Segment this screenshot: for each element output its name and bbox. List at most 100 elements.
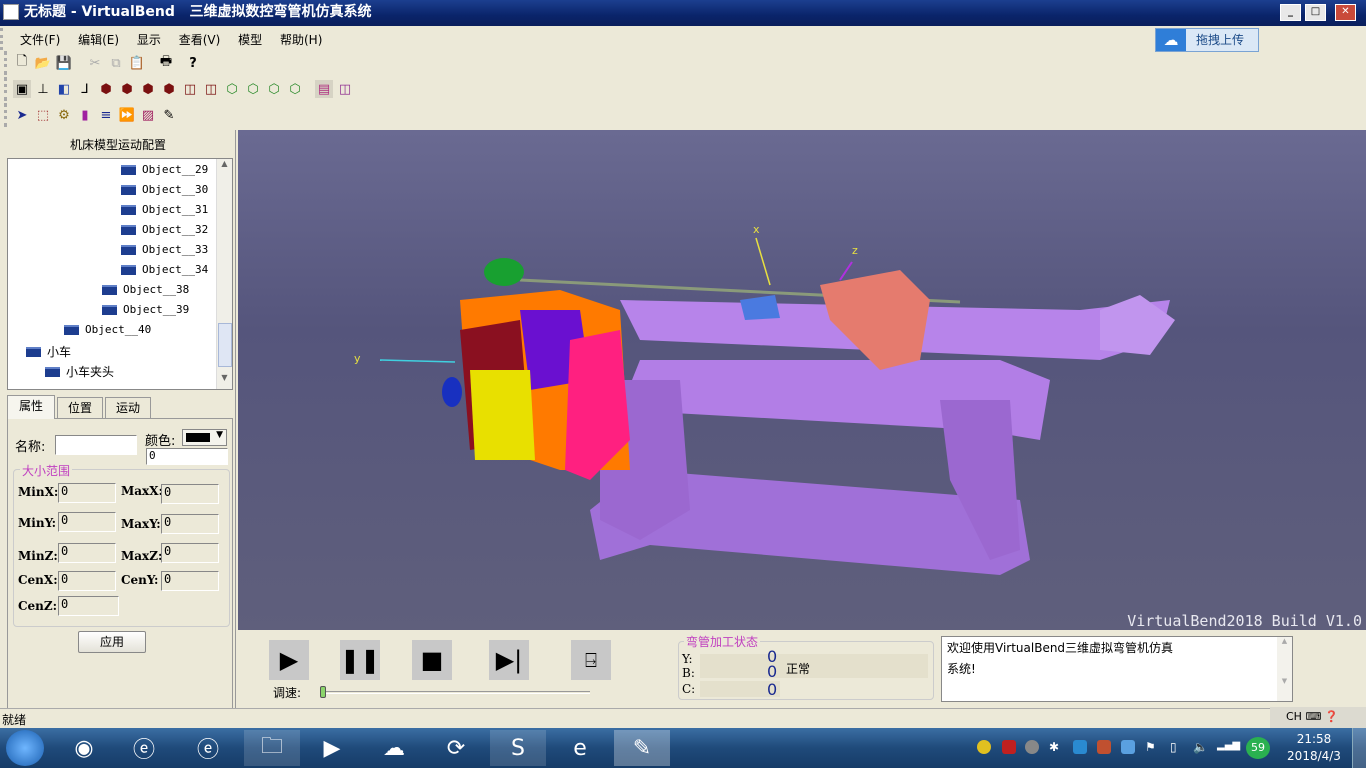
tree-node[interactable]: Object__32 bbox=[121, 223, 208, 236]
cube-back-icon[interactable]: ⬢ bbox=[118, 80, 136, 98]
single-view-icon[interactable]: ▤ bbox=[315, 80, 333, 98]
tree-scrollbar[interactable]: ▲ ▼ bbox=[216, 159, 232, 389]
cube-front-icon[interactable]: ⬢ bbox=[97, 80, 115, 98]
tree-node[interactable]: 小车夹头 bbox=[45, 363, 114, 380]
reset-button[interactable]: ⍈ bbox=[571, 640, 611, 680]
split-view-icon[interactable]: ◫ bbox=[336, 80, 354, 98]
tray-badge[interactable]: 59 bbox=[1246, 737, 1270, 759]
ie-icon[interactable]: ⓔ bbox=[180, 730, 236, 766]
bluetooth-icon[interactable]: ✱ bbox=[1049, 740, 1063, 754]
tray-plus-icon[interactable] bbox=[977, 740, 991, 754]
tab-properties[interactable]: 属性 bbox=[7, 395, 55, 419]
print-icon[interactable]: 🖶 bbox=[157, 54, 175, 72]
iso-view-4-icon[interactable]: ⬡ bbox=[286, 80, 304, 98]
folder-icon[interactable]: 🗀 bbox=[244, 730, 300, 766]
minz-input[interactable]: 0 bbox=[58, 543, 116, 563]
miny-input[interactable]: 0 bbox=[58, 512, 116, 532]
tab-motion[interactable]: 运动 bbox=[105, 397, 151, 419]
pause-button[interactable]: ❚❚ bbox=[340, 640, 380, 680]
slider-thumb[interactable] bbox=[320, 686, 326, 698]
cenx-input[interactable]: 0 bbox=[58, 571, 116, 591]
cube-right-icon[interactable]: ⬢ bbox=[160, 80, 178, 98]
tree-node[interactable]: Object__33 bbox=[121, 243, 208, 256]
image-icon[interactable]: ▨ bbox=[139, 106, 157, 124]
ground-icon[interactable]: ⊥ bbox=[34, 80, 52, 98]
taskbar-app-icon[interactable]: ◉ bbox=[56, 730, 112, 766]
step-button[interactable]: ▶| bbox=[489, 640, 529, 680]
minimize-button[interactable]: _ bbox=[1280, 4, 1301, 21]
battery-icon[interactable]: ▯ bbox=[1170, 740, 1184, 754]
media-player-icon[interactable]: ▶ bbox=[304, 730, 360, 766]
menu-help[interactable]: 帮助(H) bbox=[273, 28, 329, 51]
flag-icon[interactable]: ⚑ bbox=[1145, 740, 1159, 754]
tray-network-icon[interactable] bbox=[1073, 740, 1087, 754]
cube-top-icon[interactable]: ◫ bbox=[181, 80, 199, 98]
tray-pdf-icon[interactable] bbox=[1002, 740, 1016, 754]
tree-node[interactable]: Object__38 bbox=[102, 283, 189, 296]
volume-icon[interactable]: 🔈 bbox=[1193, 740, 1208, 754]
axes-icon[interactable]: ⅃ bbox=[76, 80, 94, 98]
cube-bottom-icon[interactable]: ◫ bbox=[202, 80, 220, 98]
maximize-button[interactable]: □ bbox=[1305, 4, 1326, 21]
tree-node[interactable]: Object__30 bbox=[121, 183, 208, 196]
gear-icon[interactable]: ⚙ bbox=[55, 106, 73, 124]
menu-display[interactable]: 显示 bbox=[130, 28, 168, 51]
tree-node[interactable]: Object__39 bbox=[102, 303, 189, 316]
pen-icon[interactable]: ✎ bbox=[160, 106, 178, 124]
maxx-input[interactable]: 0 bbox=[161, 484, 219, 504]
select-arrow-icon[interactable]: ➤ bbox=[13, 106, 31, 124]
open-folder-icon[interactable]: 📂 bbox=[34, 54, 52, 72]
tree-node[interactable]: 小车 bbox=[26, 343, 71, 360]
new-file-icon[interactable]: 🗋 bbox=[13, 54, 31, 72]
ie-icon[interactable]: ⓔ bbox=[116, 730, 172, 766]
import-icon[interactable]: ▮ bbox=[76, 106, 94, 124]
model-tree[interactable]: Object__29 Object__30 Object__31 Object_… bbox=[7, 158, 233, 390]
play-forward-icon[interactable]: ⏩ bbox=[118, 106, 136, 124]
3d-viewport[interactable]: y x z VirtualBend2018 Build V1.0 bbox=[238, 130, 1366, 630]
menu-file[interactable]: 文件(F) bbox=[13, 28, 67, 51]
iso-view-3-icon[interactable]: ⬡ bbox=[265, 80, 283, 98]
ime-indicator[interactable]: CH bbox=[1286, 710, 1302, 723]
copy-icon[interactable]: ⧉ bbox=[107, 54, 125, 72]
stop-button[interactable]: ■ bbox=[412, 640, 452, 680]
name-input[interactable] bbox=[55, 435, 137, 455]
tree-node[interactable]: Object__31 bbox=[121, 203, 208, 216]
show-desktop-button[interactable] bbox=[1352, 728, 1366, 768]
sogou-icon[interactable]: S bbox=[490, 730, 546, 766]
tray-office-icon[interactable] bbox=[1097, 740, 1111, 754]
tree-node[interactable]: Object__40 bbox=[64, 323, 151, 336]
tree-node[interactable]: Object__34 bbox=[121, 263, 208, 276]
speed-slider[interactable] bbox=[320, 686, 590, 698]
keyboard-icon[interactable]: ⌨ bbox=[1305, 710, 1321, 723]
minx-input[interactable]: 0 bbox=[58, 483, 116, 503]
ceny-input[interactable]: 0 bbox=[161, 571, 219, 591]
tray-cloud-icon[interactable] bbox=[1121, 740, 1135, 754]
virtualbend-app-icon[interactable]: ✎ bbox=[614, 730, 670, 766]
signal-icon[interactable]: ▂▄▆ bbox=[1217, 740, 1240, 754]
apply-button[interactable]: 应用 bbox=[78, 631, 146, 653]
layers-icon[interactable]: ◧ bbox=[55, 80, 73, 98]
tab-position[interactable]: 位置 bbox=[57, 397, 103, 419]
list-icon[interactable]: ≡ bbox=[97, 106, 115, 124]
edge-icon[interactable]: e bbox=[552, 730, 608, 766]
iso-view-1-icon[interactable]: ⬡ bbox=[223, 80, 241, 98]
menu-model[interactable]: 模型 bbox=[231, 28, 269, 51]
save-icon[interactable]: 💾 bbox=[55, 54, 73, 72]
menu-edit[interactable]: 编辑(E) bbox=[71, 28, 126, 51]
cenz-input[interactable]: 0 bbox=[58, 596, 119, 616]
language-bar[interactable]: CH ⌨ ❓ bbox=[1270, 707, 1366, 728]
cut-icon[interactable]: ✂ bbox=[86, 54, 104, 72]
help-icon[interactable]: ? bbox=[184, 54, 202, 72]
browser-icon[interactable]: ⟳ bbox=[428, 730, 484, 766]
message-log[interactable]: 欢迎使用VirtualBend三维虚拟弯管机仿真 系统! ▲ ▼ bbox=[941, 636, 1293, 702]
iso-view-2-icon[interactable]: ⬡ bbox=[244, 80, 262, 98]
color-number-input[interactable]: 0 bbox=[146, 448, 228, 465]
close-button[interactable]: ✕ bbox=[1335, 4, 1356, 21]
color-dropdown[interactable]: ▼ bbox=[182, 429, 227, 446]
maxz-input[interactable]: 0 bbox=[161, 543, 219, 563]
paste-icon[interactable]: 📋 bbox=[128, 54, 146, 72]
menu-view[interactable]: 查看(V) bbox=[172, 28, 228, 51]
play-button[interactable]: ▶ bbox=[269, 640, 309, 680]
tray-m-icon[interactable] bbox=[1025, 740, 1039, 754]
maxy-input[interactable]: 0 bbox=[161, 514, 219, 534]
